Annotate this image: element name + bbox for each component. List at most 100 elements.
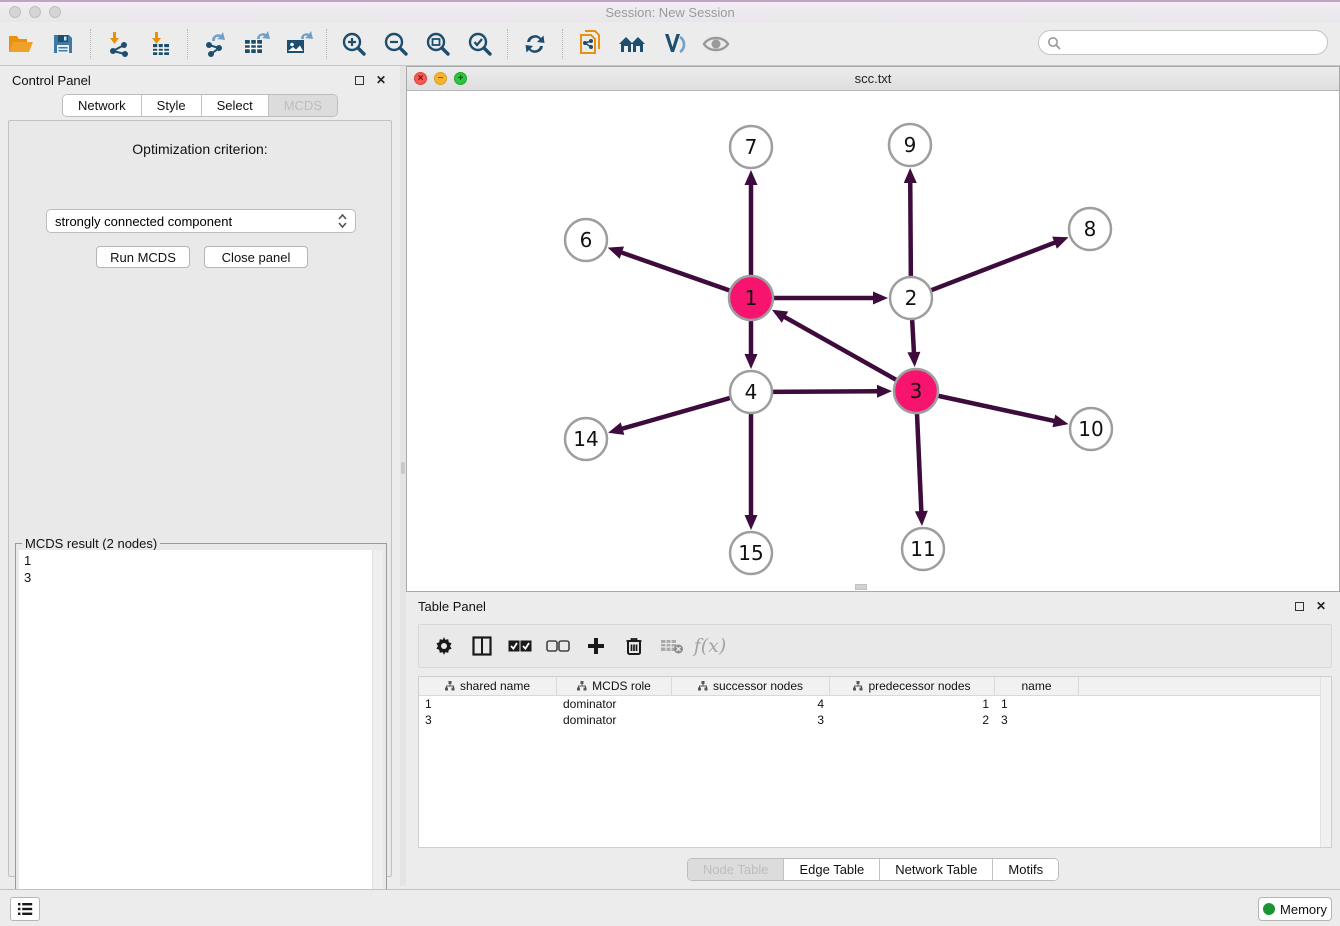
column-header-name[interactable]: name [995, 677, 1079, 695]
network-window-bottom-strip [407, 583, 1339, 591]
delete-table-icon[interactable] [657, 631, 687, 661]
graph-edge-2-9[interactable] [910, 181, 911, 279]
cell-predecessor-nodes[interactable]: 2 [830, 713, 995, 727]
graph-edge-arrowhead [608, 246, 624, 258]
function-builder-icon[interactable]: f(x) [695, 631, 725, 661]
column-header-mcds-role[interactable]: MCDS role [557, 677, 672, 695]
graph-edge-3-10[interactable] [936, 395, 1056, 421]
network-window-titlebar[interactable]: × − + scc.txt [407, 67, 1339, 91]
zoom-fit-icon[interactable] [421, 27, 455, 61]
graph-edge-3-1[interactable] [783, 316, 898, 381]
graph-node-label: 3 [910, 379, 923, 403]
vizmapper-icon[interactable] [657, 27, 691, 61]
mcds-result-scrollbar[interactable] [372, 550, 383, 915]
graph-edge-arrowhead [1052, 415, 1068, 428]
cell-successor-nodes[interactable]: 3 [672, 713, 830, 727]
tab-network-table[interactable]: Network Table [880, 859, 993, 880]
zoom-in-icon[interactable] [337, 27, 371, 61]
control-panel-tabbar: Network Style Select MCDS [62, 94, 338, 117]
cell-mcds-role[interactable]: dominator [557, 713, 672, 727]
window-titlebar: Session: New Session [0, 0, 1340, 22]
close-panel-icon[interactable]: ✕ [374, 73, 388, 87]
tab-node-table[interactable]: Node Table [688, 859, 785, 880]
column-header-successor-nodes[interactable]: successor nodes [672, 677, 830, 695]
table-scrollbar[interactable] [1320, 677, 1331, 847]
column-header-shared-name[interactable]: shared name [419, 677, 557, 695]
table-toolbar: f(x) [418, 624, 1332, 668]
search-input[interactable] [1066, 35, 1327, 50]
float-panel-icon[interactable] [352, 73, 366, 87]
refresh-network-icon[interactable] [518, 27, 552, 61]
delete-columns-icon[interactable] [619, 631, 649, 661]
show-columns-icon[interactable] [467, 631, 497, 661]
select-all-icon[interactable] [505, 631, 535, 661]
export-image-icon[interactable] [282, 27, 316, 61]
open-session-icon[interactable] [4, 27, 38, 61]
cell-shared-name[interactable]: 1 [419, 697, 557, 711]
run-mcds-button[interactable]: Run MCDS [96, 246, 190, 268]
window-title: Session: New Session [0, 5, 1340, 20]
mcds-result-line: 3 [24, 569, 367, 586]
save-session-icon[interactable] [46, 27, 80, 61]
deselect-all-icon[interactable] [543, 631, 573, 661]
network-graph[interactable]: 7968124314101511 [407, 91, 1339, 585]
cell-name[interactable]: 1 [995, 697, 1079, 711]
toolbar-separator [507, 29, 508, 59]
mcds-tab-content: Optimization criterion: strongly connect… [8, 120, 392, 877]
graph-edge-arrowhead [1052, 237, 1068, 249]
graph-edge-3-11[interactable] [917, 411, 922, 513]
network-canvas[interactable]: 7968124314101511 [407, 91, 1339, 583]
cell-mcds-role[interactable]: dominator [557, 697, 672, 711]
import-network-icon[interactable] [101, 27, 135, 61]
graph-node-label: 7 [745, 135, 758, 159]
cell-name[interactable]: 3 [995, 713, 1079, 727]
export-table-icon[interactable] [240, 27, 274, 61]
first-neighbors-icon[interactable] [615, 27, 649, 61]
column-header-predecessor-nodes[interactable]: predecessor nodes [830, 677, 995, 695]
graph-edge-2-3[interactable] [912, 317, 914, 354]
close-table-panel-icon[interactable]: ✕ [1314, 599, 1328, 613]
table-row[interactable]: 1 dominator 4 1 1 [419, 696, 1331, 712]
column-settings-icon[interactable] [429, 631, 459, 661]
node-table: shared name MCDS role successor nodes pr… [418, 676, 1332, 848]
optimization-criterion-label: Optimization criterion: [9, 141, 391, 157]
search-field[interactable] [1038, 30, 1328, 55]
hide-selected-icon[interactable] [699, 27, 733, 61]
criterion-dropdown[interactable]: strongly connected component [46, 209, 356, 233]
graph-edge-2-8[interactable] [929, 242, 1057, 291]
toolbar-separator [326, 29, 327, 59]
column-type-icon [698, 681, 708, 691]
table-row[interactable]: 3 dominator 3 2 3 [419, 712, 1331, 728]
close-panel-button[interactable]: Close panel [204, 246, 308, 268]
table-panel-title: Table Panel [418, 599, 1284, 614]
status-bar: Memory [0, 889, 1340, 926]
mcds-result-text[interactable]: 1 3 [19, 550, 372, 915]
graph-edge-4-14[interactable] [621, 397, 733, 429]
float-table-panel-icon[interactable] [1292, 599, 1306, 613]
zoom-out-icon[interactable] [379, 27, 413, 61]
graph-edge-4-3[interactable] [770, 391, 879, 392]
zoom-selected-icon[interactable] [463, 27, 497, 61]
mcds-result-line: 1 [24, 552, 367, 569]
network-splitter-handle[interactable] [855, 584, 867, 590]
tab-mcds[interactable]: MCDS [269, 95, 337, 116]
tab-motifs[interactable]: Motifs [993, 859, 1058, 880]
memory-button[interactable]: Memory [1258, 897, 1332, 921]
graph-node-label: 9 [904, 133, 917, 157]
create-column-icon[interactable] [581, 631, 611, 661]
tab-network[interactable]: Network [63, 95, 142, 116]
tab-style[interactable]: Style [142, 95, 202, 116]
tab-select[interactable]: Select [202, 95, 269, 116]
cell-shared-name[interactable]: 3 [419, 713, 557, 727]
cell-successor-nodes[interactable]: 4 [672, 697, 830, 711]
show-task-history-button[interactable] [10, 897, 40, 921]
toolbar-separator [90, 29, 91, 59]
tab-edge-table[interactable]: Edge Table [784, 859, 880, 880]
import-table-icon[interactable] [143, 27, 177, 61]
cell-predecessor-nodes[interactable]: 1 [830, 697, 995, 711]
duplicate-network-icon[interactable] [573, 27, 607, 61]
graph-edge-arrowhead [915, 511, 928, 526]
panel-splitter-handle[interactable] [401, 462, 405, 474]
graph-edge-1-6[interactable] [620, 252, 732, 291]
export-network-icon[interactable] [198, 27, 232, 61]
